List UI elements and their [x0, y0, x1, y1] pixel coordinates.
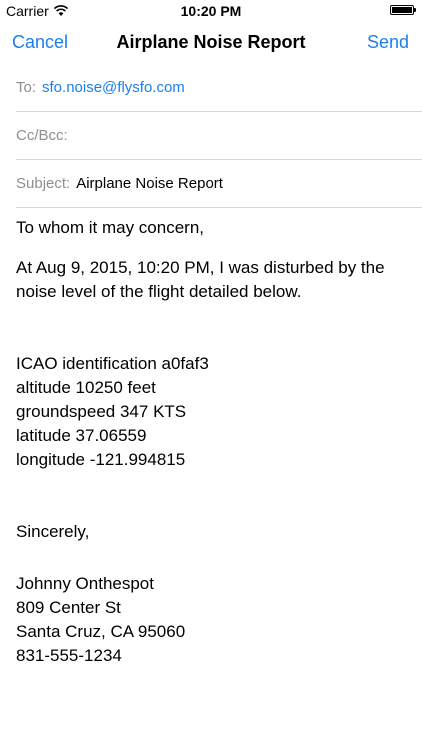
page-title: Airplane Noise Report: [116, 32, 306, 52]
message-body[interactable]: To whom it may concern, At Aug 9, 2015, …: [16, 216, 408, 668]
subject-value[interactable]: Airplane Noise Report: [76, 175, 223, 192]
signature-city: Santa Cruz, CA 95060: [16, 622, 186, 641]
closing-line: Sincerely,: [16, 522, 90, 541]
to-field[interactable]: To: sfo.noise@flysfo.com: [16, 64, 422, 112]
battery-icon: [390, 5, 416, 15]
cc-bcc-field[interactable]: Cc/Bcc:: [16, 112, 422, 160]
signature-name: Johnny Onthespot: [16, 574, 154, 593]
cc-bcc-label: Cc/Bcc:: [16, 127, 68, 144]
detail-altitude: altitude 10250 feet: [16, 378, 156, 397]
signature-street: 809 Center St: [16, 598, 121, 617]
detail-icao: ICAO identification a0faf3: [16, 354, 209, 373]
subject-field[interactable]: Subject: Airplane Noise Report: [16, 160, 422, 208]
greeting-line: To whom it may concern,: [16, 218, 205, 237]
detail-groundspeed: groundspeed 347 KTS: [16, 402, 187, 421]
subject-label: Subject:: [16, 175, 71, 192]
intro-line-2: noise level of the flight detailed below…: [16, 282, 302, 301]
status-bar: Carrier 10:20 PM: [0, 0, 422, 20]
to-recipient[interactable]: sfo.noise@flysfo.com: [42, 79, 185, 96]
to-label: To:: [16, 79, 37, 96]
intro-line-1: At Aug 9, 2015, 10:20 PM, I was disturbe…: [16, 258, 385, 277]
status-time: 10:20 PM: [180, 3, 242, 19]
detail-longitude: longitude -121.994815: [16, 450, 186, 469]
nav-bar: Cancel Airplane Noise Report Send: [0, 20, 422, 64]
send-button[interactable]: Send: [367, 32, 409, 53]
battery-fill: [392, 7, 412, 13]
signature-phone: 831-555-1234: [16, 646, 122, 665]
detail-latitude: latitude 37.06559: [16, 426, 147, 445]
